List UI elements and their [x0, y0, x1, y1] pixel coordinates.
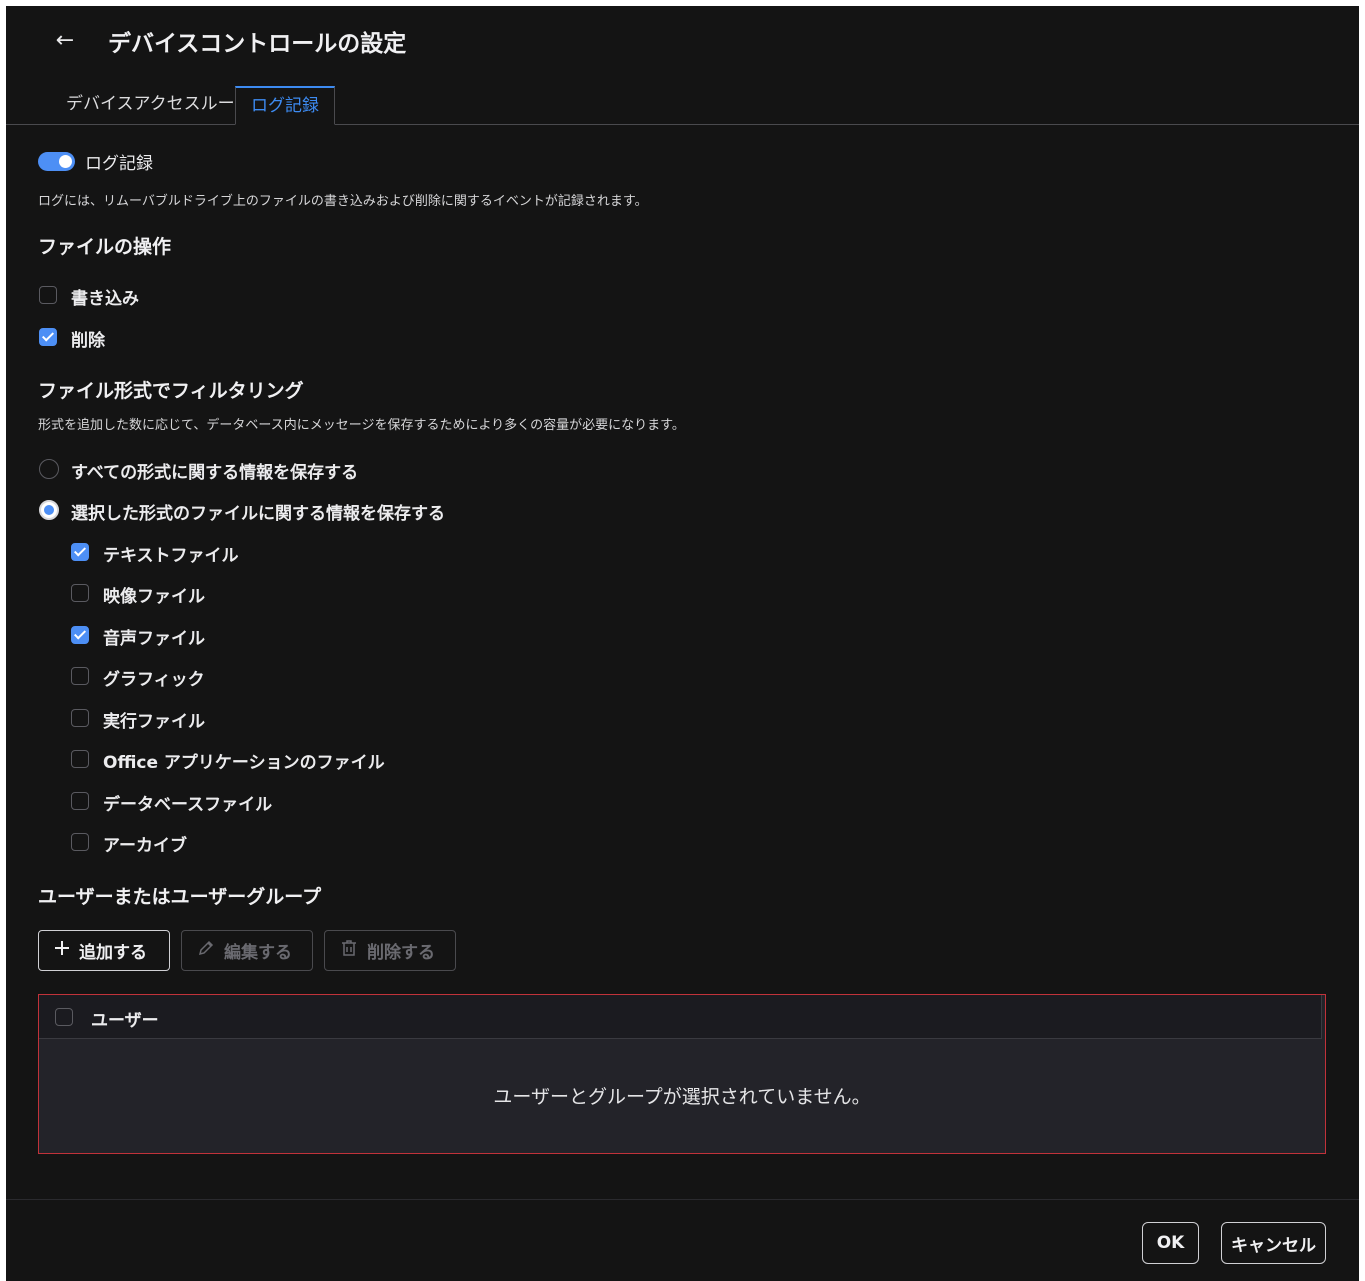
audio-files-checkbox[interactable] [71, 626, 89, 644]
tab-logging[interactable]: ログ記録 [235, 86, 335, 125]
cancel-button[interactable]: キャンセル [1221, 1222, 1326, 1264]
office-files-label: Office アプリケーションのファイル [103, 753, 385, 773]
select-all-checkbox[interactable] [55, 1008, 73, 1026]
column-header-user[interactable]: ユーザー [91, 1006, 159, 1031]
add-button[interactable]: 追加する [38, 930, 170, 971]
logging-toggle[interactable] [38, 152, 75, 171]
logging-toggle-label: ログ記録 [85, 154, 153, 174]
database-files-checkbox[interactable] [71, 792, 89, 810]
table-header: ユーザー [39, 995, 1322, 1039]
empty-message: ユーザーとグループが選択されていません。 [493, 1085, 871, 1108]
filter-heading: ファイル形式でフィルタリング [38, 380, 304, 402]
radio-all-formats-label: すべての形式に関する情報を保存する [71, 463, 359, 483]
delete-button[interactable]: 削除する [324, 930, 456, 971]
users-table: ユーザー ユーザーとグループが選択されていません。 [38, 994, 1326, 1154]
tab-device-access-rules[interactable]: デバイスアクセスルール [54, 86, 264, 124]
radio-selected-formats-label: 選択した形式のファイルに関する情報を保存する [71, 504, 445, 524]
file-ops-heading: ファイルの操作 [38, 236, 172, 258]
pencil-icon [196, 938, 216, 963]
radio-selected-formats[interactable] [39, 500, 59, 520]
delete-button-label: 削除する [367, 943, 435, 963]
write-label: 書き込み [71, 289, 139, 309]
footer: OK キャンセル [6, 1199, 1359, 1281]
executable-files-label: 実行ファイル [103, 712, 205, 732]
audio-files-label: 音声ファイル [103, 629, 205, 649]
trash-icon [339, 938, 359, 963]
delete-checkbox[interactable] [39, 328, 57, 346]
users-heading: ユーザーまたはユーザーグループ [38, 886, 322, 908]
delete-label: 削除 [71, 331, 105, 351]
ok-button[interactable]: OK [1142, 1222, 1199, 1264]
write-checkbox[interactable] [39, 286, 57, 304]
graphics-checkbox[interactable] [71, 667, 89, 685]
archive-label: アーカイブ [103, 836, 187, 856]
toggle-knob [59, 155, 72, 168]
edit-button-label: 編集する [224, 943, 292, 963]
database-files-label: データベースファイル [103, 795, 273, 815]
video-files-checkbox[interactable] [71, 584, 89, 602]
header: ← デバイスコントロールの設定 [6, 6, 1359, 78]
office-files-checkbox[interactable] [71, 750, 89, 768]
add-button-label: 追加する [79, 943, 147, 963]
plus-icon [53, 939, 71, 962]
executable-files-checkbox[interactable] [71, 709, 89, 727]
text-files-label: テキストファイル [103, 546, 239, 566]
page-title: デバイスコントロールの設定 [108, 31, 407, 57]
archive-checkbox[interactable] [71, 833, 89, 851]
radio-all-formats[interactable] [39, 459, 59, 479]
edit-button[interactable]: 編集する [181, 930, 313, 971]
filter-description: 形式を追加した数に応じて、データベース内にメッセージを保存するためにより多くの容… [38, 418, 685, 433]
graphics-label: グラフィック [103, 670, 205, 690]
logging-description: ログには、リムーバブルドライブ上のファイルの書き込みおよび削除に関するイベントが… [38, 194, 648, 209]
video-files-label: 映像ファイル [103, 587, 205, 607]
tab-bar: デバイスアクセスルール ログ記録 [6, 86, 1359, 125]
text-files-checkbox[interactable] [71, 543, 89, 561]
back-arrow-icon[interactable]: ← [50, 26, 80, 56]
settings-window: ← デバイスコントロールの設定 デバイスアクセスルール ログ記録 ログ記録 ログ… [6, 6, 1359, 1281]
